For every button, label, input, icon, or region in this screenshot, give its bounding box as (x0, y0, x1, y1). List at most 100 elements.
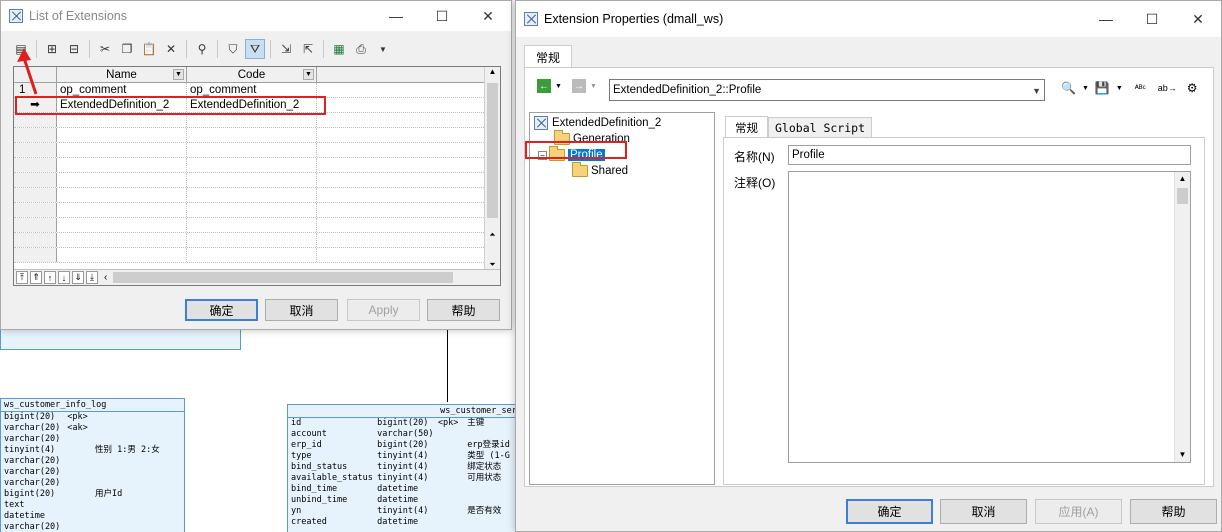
tree-node-root[interactable]: ExtendedDefinition_2 (534, 115, 661, 131)
cell-name[interactable] (57, 203, 187, 217)
save-dropdown-icon[interactable]: ▼ (1116, 85, 1123, 92)
maximize-button[interactable]: ☐ (1129, 4, 1175, 34)
chevron-down-icon[interactable]: ▼ (173, 69, 184, 80)
ok-button[interactable]: 确定 (185, 299, 258, 321)
options-icon[interactable]: ⚙ (1187, 81, 1198, 95)
scroll-down-icon[interactable]: ▼ (1175, 448, 1190, 462)
save-icon[interactable]: 💾 (1095, 81, 1110, 95)
cancel-button[interactable]: 取消 (265, 299, 338, 321)
scroll-up-icon[interactable]: ▲ (485, 67, 500, 81)
cell-name[interactable] (57, 113, 187, 127)
apply-button[interactable]: Apply (347, 299, 420, 321)
print-dropdown-icon[interactable]: ▼ (373, 39, 393, 59)
table-row-empty[interactable] (14, 218, 500, 233)
name-field[interactable]: Profile (788, 145, 1191, 165)
table-row-empty[interactable] (14, 173, 500, 188)
paste-icon[interactable]: 📋 (139, 39, 159, 59)
definition-tree[interactable]: ExtendedDefinition_2 Generation − Profil… (529, 112, 715, 485)
comment-field[interactable]: ▲ ▼ (788, 171, 1191, 463)
delete-icon[interactable]: ✕ (161, 39, 181, 59)
table-row-empty[interactable] (14, 233, 500, 248)
scroll-thumb[interactable] (1177, 188, 1188, 204)
insert-row-icon[interactable]: ⊞ (42, 39, 62, 59)
comment-scrollbar[interactable]: ▲ ▼ (1174, 172, 1190, 462)
export-icon[interactable]: ⇱ (298, 39, 318, 59)
cell-code[interactable] (187, 128, 317, 142)
cell-code[interactable] (187, 248, 317, 262)
table-ws-customer-serv[interactable]: ws_customer_serv id bigint(20) <pk> 主键 accou… (287, 404, 527, 532)
table-row-empty[interactable] (14, 143, 500, 158)
tab-global-script[interactable]: Global Script (768, 117, 873, 138)
cell-code[interactable] (187, 143, 317, 157)
table-row-empty[interactable] (14, 203, 500, 218)
find-icon[interactable]: 🔍 (1061, 81, 1076, 95)
cell-code[interactable] (187, 113, 317, 127)
move-up-icon[interactable]: ↑ (44, 271, 56, 284)
title-bar[interactable]: Extension Properties (dmall_ws) — ☐ ✕ (516, 1, 1221, 37)
scroll-first-icon[interactable]: ⏶ (485, 230, 500, 240)
tab-general[interactable]: 常规 (524, 45, 572, 68)
tree-node-shared[interactable]: Shared (572, 162, 628, 179)
close-button[interactable]: ✕ (1175, 4, 1221, 34)
cell-name[interactable] (57, 188, 187, 202)
table-row-empty[interactable] (14, 158, 500, 173)
cell-code[interactable] (187, 158, 317, 172)
find-icon[interactable]: ⚲ (192, 39, 212, 59)
find-dropdown-icon[interactable]: ▼ (1082, 85, 1089, 92)
cell-name[interactable] (57, 158, 187, 172)
cell-name[interactable] (57, 218, 187, 232)
column-header-name[interactable]: Name ▼ (57, 67, 187, 82)
help-button[interactable]: 帮助 (427, 299, 500, 321)
back-dropdown-icon[interactable]: ▼ (555, 83, 562, 90)
excel-icon[interactable]: ▦ (329, 39, 349, 59)
maximize-button[interactable]: ☐ (419, 1, 465, 31)
forward-icon[interactable]: → (571, 79, 586, 93)
object-path-select[interactable]: ExtendedDefinition_2::Profile ▼ (609, 79, 1045, 101)
cell-name[interactable] (57, 128, 187, 142)
table-row-empty[interactable] (14, 128, 500, 143)
move-bottom-icon[interactable]: ⤓ (86, 271, 98, 284)
filter-active-icon[interactable]: ⛛ (245, 39, 265, 59)
scroll-thumb[interactable] (487, 83, 498, 218)
column-header-code[interactable]: Code ▼ (187, 67, 317, 82)
table-row-empty[interactable] (14, 248, 500, 263)
move-down-icon[interactable]: ↓ (58, 271, 70, 284)
back-icon[interactable]: ← (537, 79, 551, 93)
cell-code[interactable] (187, 188, 317, 202)
cell-name[interactable] (57, 233, 187, 247)
table-row-empty[interactable] (14, 113, 500, 128)
grid-vertical-scrollbar[interactable]: ▲ ⏶ ⏷ (484, 67, 500, 270)
cell-code[interactable] (187, 218, 317, 232)
import-icon[interactable]: ⇲ (276, 39, 296, 59)
replace-icon[interactable]: ab→ (1158, 83, 1177, 93)
cell-name[interactable] (57, 173, 187, 187)
scroll-up-icon[interactable]: ▲ (1175, 172, 1190, 186)
title-bar[interactable]: List of Extensions — ☐ ✕ (1, 1, 511, 31)
chevron-down-icon[interactable]: ▼ (1032, 81, 1041, 101)
cell-name[interactable] (57, 248, 187, 262)
print-icon[interactable]: ⎙ (351, 39, 371, 59)
close-button[interactable]: ✕ (465, 1, 511, 31)
move-down-page-icon[interactable]: ⇓ (72, 271, 84, 284)
spell-check-icon[interactable]: ᴬᴮᶜ (1135, 83, 1146, 93)
cell-code[interactable] (187, 173, 317, 187)
add-row-icon[interactable]: ⊟ (64, 39, 84, 59)
cell-code[interactable]: op_comment (187, 83, 317, 97)
move-up-page-icon[interactable]: ⇑ (30, 271, 42, 284)
copy-icon[interactable]: ❐ (117, 39, 137, 59)
forward-dropdown-icon[interactable]: ▼ (590, 83, 597, 90)
move-top-icon[interactable]: ⤒ (16, 271, 28, 284)
cancel-button[interactable]: 取消 (940, 499, 1027, 524)
cell-name[interactable] (57, 143, 187, 157)
table-ws-customer-info-log[interactable]: ws_customer_info_log bigint(20) <pk> varch… (0, 398, 185, 532)
scroll-left-icon[interactable]: ‹ (104, 272, 107, 283)
table-row-empty[interactable] (14, 188, 500, 203)
ok-button[interactable]: 确定 (846, 499, 933, 524)
apply-button[interactable]: 应用(A) (1035, 499, 1122, 524)
cell-code[interactable] (187, 233, 317, 247)
horizontal-scroll-thumb[interactable] (113, 272, 454, 283)
tab-general[interactable]: 常规 (725, 116, 768, 138)
cut-icon[interactable]: ✂ (95, 39, 115, 59)
chevron-down-icon[interactable]: ▼ (303, 69, 314, 80)
minimize-button[interactable]: — (1083, 4, 1129, 34)
